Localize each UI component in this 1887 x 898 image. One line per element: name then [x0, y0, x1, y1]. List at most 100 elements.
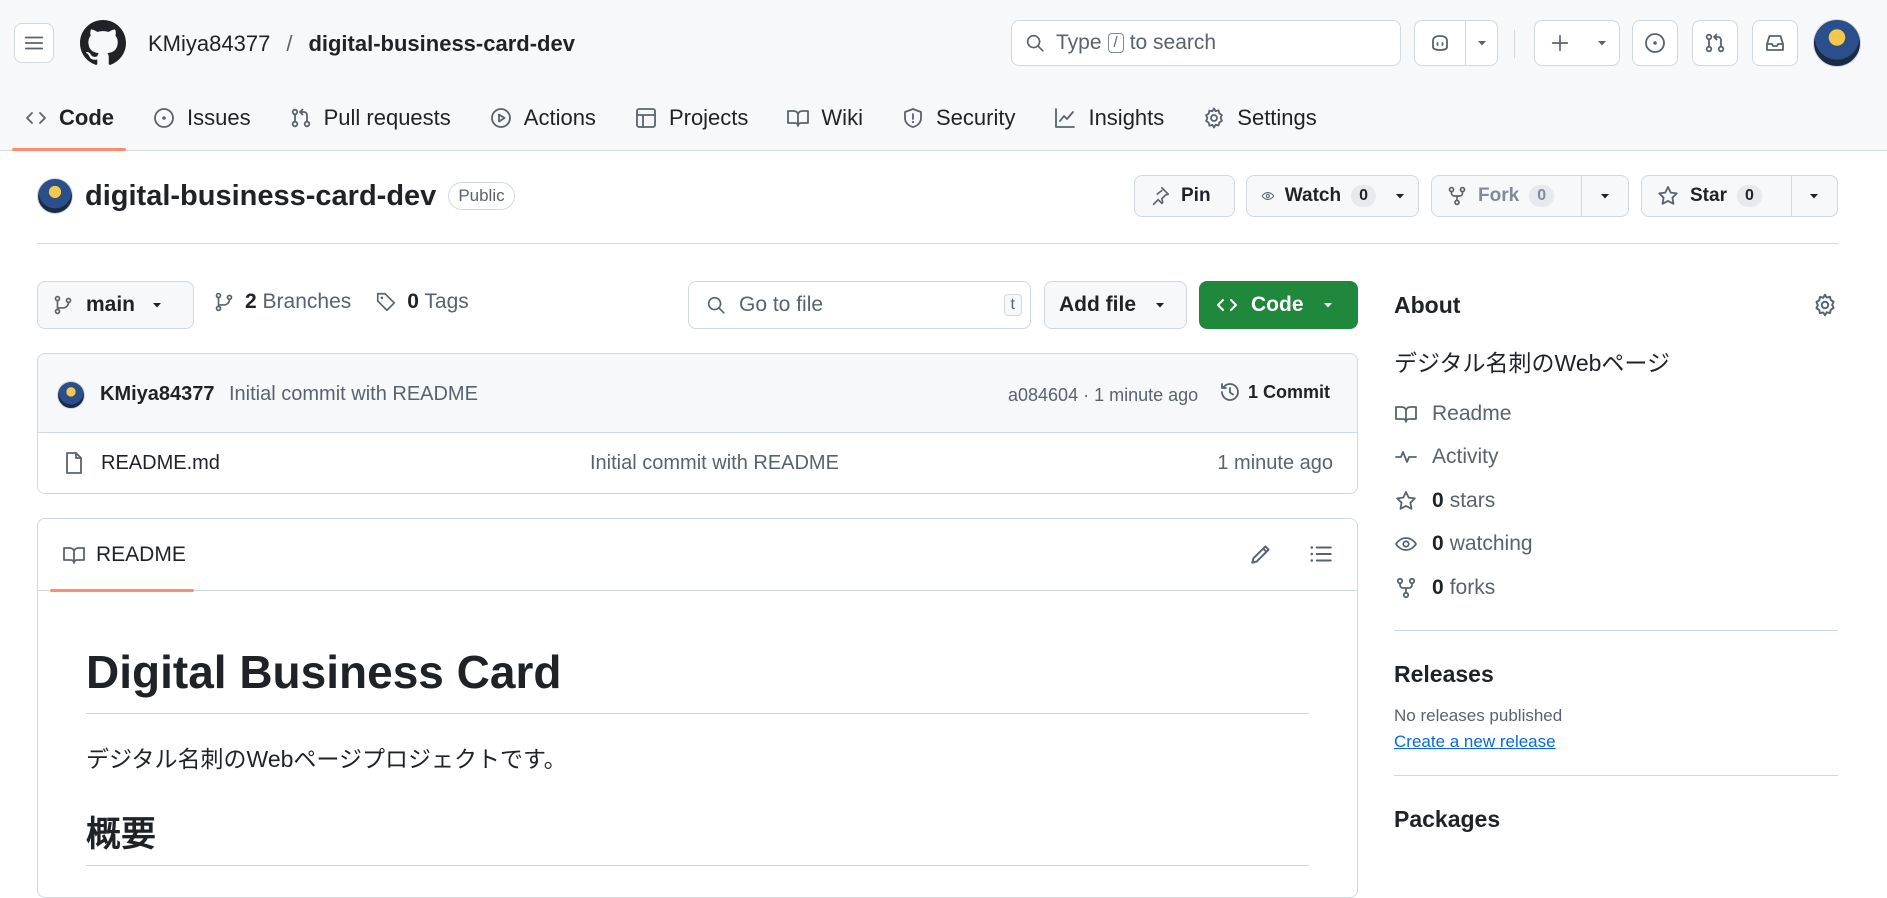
repo-nav: Code Issues Pull requests Actions Projec… [12, 96, 1343, 151]
search-shortcut-key: / [1107, 33, 1124, 53]
star-menu-button[interactable] [1790, 176, 1837, 216]
commit-author-avatar[interactable] [57, 381, 85, 409]
stars-link[interactable]: 0 stars [1394, 479, 1838, 523]
watch-button[interactable]: Watch 0 [1246, 175, 1419, 217]
copilot-button[interactable] [1415, 21, 1467, 65]
chevron-down-icon [1810, 194, 1819, 199]
inbox-button[interactable] [1752, 20, 1798, 66]
breadcrumb-separator: / [286, 31, 293, 56]
breadcrumb-repo[interactable]: digital-business-card-dev [308, 31, 575, 57]
tab-projects[interactable]: Projects [622, 96, 760, 140]
code-button[interactable]: Code [1199, 281, 1358, 329]
hamburger-icon [24, 36, 44, 50]
tab-wiki[interactable]: Wiki [774, 96, 875, 140]
outline-button[interactable] [1308, 541, 1334, 567]
tab-actions[interactable]: Actions [477, 96, 608, 140]
readme-link[interactable]: Readme [1394, 392, 1838, 436]
tags-link[interactable]: 0 Tags [407, 290, 469, 314]
search-icon [1026, 34, 1044, 52]
fork-menu-button[interactable] [1580, 176, 1628, 216]
github-mark-icon [80, 20, 126, 65]
issues-button[interactable] [1632, 20, 1678, 66]
file-commit-message[interactable]: Initial commit with README [590, 452, 839, 475]
star-icon [1658, 186, 1678, 205]
tab-insights[interactable]: Insights [1041, 96, 1176, 140]
pencil-icon [1251, 545, 1270, 564]
readme-tab[interactable]: README [50, 519, 194, 592]
about-settings-button[interactable] [1812, 292, 1838, 318]
readme-subheading: 概要 [86, 806, 1309, 866]
menu-button[interactable] [14, 23, 54, 63]
about-sidebar: About デジタル名刺のWebページ Readme Activity 0 st… [1394, 280, 1838, 833]
copilot-menu-button[interactable] [1466, 21, 1497, 65]
latest-commit-bar: KMiya84377 Initial commit with README a0… [38, 354, 1357, 433]
stars-label: stars [1449, 488, 1496, 512]
table-row[interactable]: README.md Initial commit with README 1 m… [38, 433, 1357, 493]
plus-button[interactable] [1535, 21, 1585, 65]
search-icon [707, 296, 725, 314]
forks-link[interactable]: 0 forks [1394, 566, 1838, 610]
user-avatar[interactable] [1813, 19, 1861, 67]
fork-label: Fork [1478, 185, 1520, 206]
readme-panel: README Digital Business Card デジタル名刺のWebペ… [37, 518, 1358, 898]
tab-settings[interactable]: Settings [1190, 96, 1329, 140]
issue-icon [1645, 33, 1665, 53]
watch-menu-button[interactable] [1382, 190, 1418, 202]
forks-label: forks [1449, 575, 1496, 599]
commit-message[interactable]: Initial commit with README [229, 383, 478, 406]
shield-icon [904, 108, 922, 128]
create-new-split-button[interactable] [1534, 20, 1620, 66]
tab-insights-label: Insights [1088, 105, 1165, 130]
github-logo[interactable] [80, 20, 126, 66]
gear-icon [1815, 293, 1835, 317]
issue-icon [154, 108, 174, 128]
global-search-input[interactable]: Type / to search [1011, 20, 1401, 66]
tab-pull-requests[interactable]: Pull requests [277, 96, 463, 140]
edit-readme-button[interactable] [1248, 541, 1274, 567]
tags-label: Tags [424, 290, 469, 313]
readme-link-label: Readme [1432, 401, 1512, 425]
repo-title: digital-business-card-dev Public [37, 178, 515, 214]
chevron-down-icon [1323, 303, 1332, 308]
add-file-button[interactable]: Add file [1044, 281, 1187, 329]
tab-security[interactable]: Security [889, 96, 1027, 140]
packages-heading[interactable]: Packages [1394, 806, 1838, 833]
go-to-file-input[interactable]: Go to file t [688, 281, 1031, 329]
commits-link[interactable]: 1 Commit [1218, 380, 1330, 404]
branches-link[interactable]: 2 Branches [245, 290, 351, 314]
fork-icon [1396, 577, 1416, 598]
tab-actions-label: Actions [523, 105, 596, 130]
fork-button[interactable]: Fork 0 [1431, 175, 1629, 217]
pull-requests-button[interactable] [1692, 20, 1738, 66]
readme-body: Digital Business Card デジタル名刺のWebページプロジェク… [38, 645, 1357, 866]
releases-heading[interactable]: Releases [1394, 661, 1838, 688]
commit-hash-time[interactable]: a084604 · 1 minute ago [1008, 385, 1198, 406]
star-label: Star [1690, 185, 1727, 206]
repo-name[interactable]: digital-business-card-dev [85, 180, 436, 213]
chevron-down-icon [1396, 194, 1404, 199]
pin-button[interactable]: Pin [1134, 175, 1235, 217]
file-commit-time: 1 minute ago [1217, 452, 1333, 474]
commit-author[interactable]: KMiya84377 [100, 383, 215, 406]
breadcrumb-owner[interactable]: KMiya84377 [148, 31, 270, 57]
chevron-down-icon [153, 303, 162, 308]
readme-tab-label: README [96, 543, 186, 566]
owner-avatar[interactable] [37, 178, 73, 214]
create-menu-button[interactable] [1585, 21, 1619, 65]
create-release-link[interactable]: Create a new release [1394, 732, 1556, 752]
watching-link[interactable]: 0 watching [1394, 523, 1838, 567]
branch-name: main [86, 293, 136, 316]
readme-paragraph: デジタル名刺のWebページプロジェクトです。 [86, 746, 567, 772]
star-count: 0 [1736, 185, 1762, 207]
star-button[interactable]: Star 0 [1641, 175, 1838, 217]
branch-select-button[interactable]: main [37, 281, 194, 329]
no-releases-text: No releases published [1394, 705, 1563, 725]
tab-code[interactable]: Code [12, 96, 126, 151]
book-icon [63, 547, 85, 564]
file-name[interactable]: README.md [101, 452, 220, 475]
activity-link[interactable]: Activity [1394, 436, 1838, 480]
star-icon [1396, 490, 1416, 510]
tab-issues[interactable]: Issues [140, 96, 263, 140]
readme-tabbar: README [38, 519, 1357, 592]
pull-request-icon [291, 108, 310, 128]
